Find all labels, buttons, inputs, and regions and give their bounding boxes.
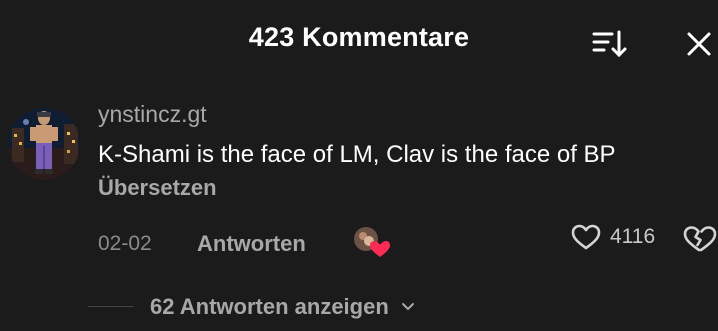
reply-button[interactable]: Antworten: [197, 231, 306, 257]
close-icon: [687, 32, 711, 56]
heart-outline-icon: [571, 224, 601, 250]
liked-by-creator-badge: [352, 224, 390, 260]
chevron-down-icon: [401, 302, 414, 310]
broken-heart-icon: [683, 226, 717, 252]
avatar-image: [8, 108, 80, 180]
comment-username[interactable]: ynstincz.gt: [98, 101, 207, 128]
sort-down-icon: [592, 30, 627, 58]
sort-button[interactable]: [590, 26, 630, 62]
comment-text: K-Shami is the face of LM, Clav is the f…: [98, 141, 616, 168]
replies-divider: [88, 306, 134, 307]
creator-heart-badge-icon: [354, 227, 390, 257]
comment-date: 02-02: [98, 232, 152, 255]
avatar[interactable]: [8, 108, 80, 180]
dislike-button[interactable]: [681, 222, 718, 254]
view-replies-button[interactable]: 62 Antworten anzeigen: [150, 294, 415, 320]
close-button[interactable]: [683, 28, 715, 60]
translate-button[interactable]: Übersetzen: [98, 175, 217, 201]
view-replies-label: 62 Antworten anzeigen: [150, 294, 389, 319]
like-count: 4116: [610, 225, 656, 248]
